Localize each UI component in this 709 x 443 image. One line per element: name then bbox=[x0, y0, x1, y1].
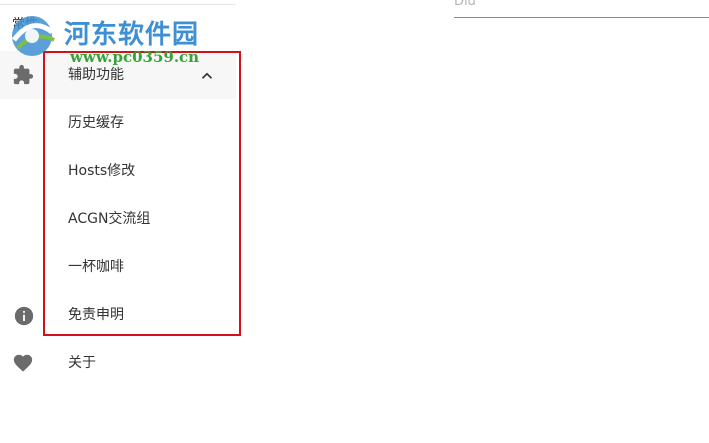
sub-item-label: Hosts修改 bbox=[68, 163, 136, 179]
sub-item-hosts-edit[interactable]: Hosts修改 bbox=[44, 147, 236, 195]
puzzle-icon bbox=[13, 64, 34, 85]
sub-item-coffee[interactable]: 一杯咖啡 bbox=[44, 243, 236, 291]
nav-item-accessibility-label: 辅助功能 bbox=[68, 67, 124, 83]
chevron-up-icon[interactable] bbox=[198, 67, 216, 85]
right-text-field[interactable]: Did bbox=[454, 0, 709, 18]
sub-item-history-cache[interactable]: 历史缓存 bbox=[44, 99, 236, 147]
right-field-value: Did bbox=[454, 0, 476, 9]
sub-item-label: ACGN交流组 bbox=[68, 211, 151, 227]
nav-item-about[interactable]: 关于 bbox=[0, 339, 236, 387]
nav-item-about-label: 关于 bbox=[68, 355, 96, 371]
nav-item-accessibility[interactable]: 辅助功能 bbox=[0, 51, 236, 99]
watermark-site-name: 河东软件园 bbox=[64, 20, 200, 50]
sub-item-disclaimer[interactable]: 免责申明 bbox=[44, 291, 236, 339]
sub-item-label: 历史缓存 bbox=[68, 115, 124, 131]
sub-item-label: 免责申明 bbox=[68, 307, 124, 323]
sub-item-acgn-group[interactable]: ACGN交流组 bbox=[44, 195, 236, 243]
app-window: 常性 Did 辅助功能 历史缓存 Hosts修改 ACGN交流组 一杯咖啡 免责… bbox=[0, 0, 709, 443]
nav-item-partial-label[interactable]: 常性 bbox=[12, 15, 38, 35]
heart-icon bbox=[13, 354, 33, 372]
info-icon bbox=[14, 306, 34, 326]
sub-item-label: 一杯咖啡 bbox=[68, 259, 124, 275]
top-divider bbox=[0, 4, 236, 5]
